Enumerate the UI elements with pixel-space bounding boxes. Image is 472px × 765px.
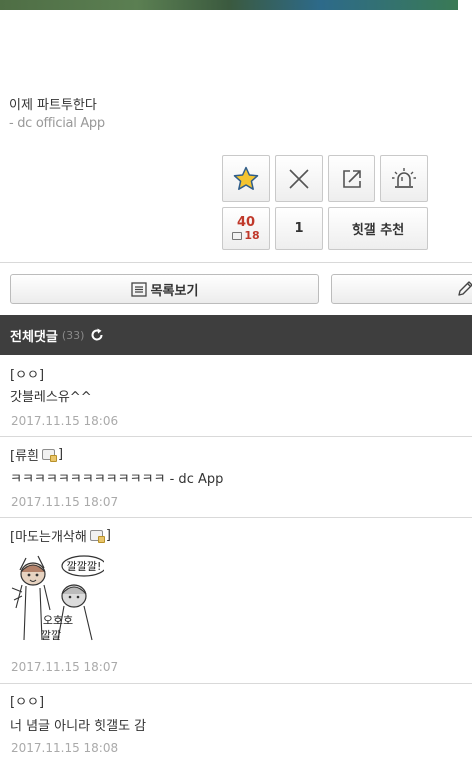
comment-author-name: [ㅇㅇ] <box>10 695 45 710</box>
comment-author-bracket: ] <box>105 528 111 543</box>
comments-header: 전체댓글 (33) <box>0 315 472 355</box>
dccon-sticker: 깔깔깔! 오호호 깔깔 <box>11 555 104 642</box>
star-icon <box>233 166 259 190</box>
comment-author[interactable]: [마도는개삭해 ] <box>10 526 111 545</box>
comments-count: (33) <box>61 328 85 342</box>
pencil-icon <box>458 281 472 296</box>
recommend-count: 40 <box>236 214 256 230</box>
nonrecommend-count: 1 <box>294 221 304 236</box>
comment-text: 너 념글 아니라 힛갤도 감 <box>10 719 147 734</box>
nonrecommend-count-box: 1 <box>275 207 323 250</box>
share-button[interactable] <box>328 155 375 202</box>
comments-title: 전체댓글 <box>10 329 58 345</box>
divider <box>0 262 472 263</box>
gallery-icon <box>232 231 243 240</box>
refresh-icon <box>91 328 103 341</box>
comment-author[interactable]: [ㅇㅇ] <box>10 364 44 383</box>
hit-recommend-label: 힛갤 추천 <box>351 223 405 238</box>
gallog-icon <box>89 530 105 543</box>
comment-author-name: [마도는개삭해 <box>10 530 87 545</box>
recommend-count-box: 40 18 <box>222 207 270 250</box>
refresh-button[interactable] <box>90 328 104 342</box>
gallog-icon <box>42 449 57 462</box>
comment-date: 2017.11.15 18:06 <box>11 414 119 428</box>
comment-text: ㅋㅋㅋㅋㅋㅋㅋㅋㅋㅋㅋㅋㅋ - dc App <box>10 472 224 487</box>
recommend-button[interactable] <box>222 155 270 202</box>
nonrecommend-button[interactable] <box>275 155 323 202</box>
list-icon <box>130 281 147 297</box>
comment-item: [ㅇㅇ] 너 념글 아니라 힛갤도 감 2017.11.15 18:08 <box>0 684 472 765</box>
comment-author-name: [ㅇㅇ] <box>10 368 45 383</box>
write-button[interactable] <box>331 274 472 304</box>
fixed-nick-recommend: 18 <box>232 228 260 242</box>
post-image-bottom <box>0 0 458 10</box>
comment-date: 2017.11.15 18:07 <box>11 495 119 509</box>
list-view-label: 목록보기 <box>150 283 199 299</box>
dccon-text-1: 깔깔깔! <box>67 559 102 573</box>
dccon-text-3: 깔깔 <box>41 628 61 642</box>
comment-item: [류흰 ] ㅋㅋㅋㅋㅋㅋㅋㅋㅋㅋㅋㅋㅋ - dc App 2017.11.15 … <box>0 437 472 518</box>
comment-date: 2017.11.15 18:07 <box>11 660 119 674</box>
list-view-button[interactable]: 목록보기 <box>10 274 319 304</box>
comment-date: 2017.11.15 18:08 <box>11 741 119 755</box>
comment-text: 갓블레스유^^ <box>10 390 92 405</box>
post-signature: - dc official App <box>9 116 105 131</box>
comment-author-name: [류흰 <box>10 449 39 464</box>
post-body-text: 이제 파트투한다 <box>9 98 97 113</box>
siren-icon <box>392 167 416 188</box>
share-icon <box>342 169 361 188</box>
report-alert-button[interactable] <box>380 155 428 202</box>
fixed-nick-count: 18 <box>244 228 260 242</box>
close-x-icon <box>289 168 309 189</box>
comment-item: [ㅇㅇ] 갓블레스유^^ 2017.11.15 18:06 <box>0 355 472 437</box>
dccon-text-2: 오호호 <box>43 614 73 627</box>
comment-author[interactable]: [류흰 ] <box>10 445 63 464</box>
comment-author-bracket: ] <box>58 447 64 462</box>
hit-recommend-button[interactable]: 힛갤 추천 <box>328 207 428 250</box>
comment-author[interactable]: [ㅇㅇ] <box>10 691 44 710</box>
